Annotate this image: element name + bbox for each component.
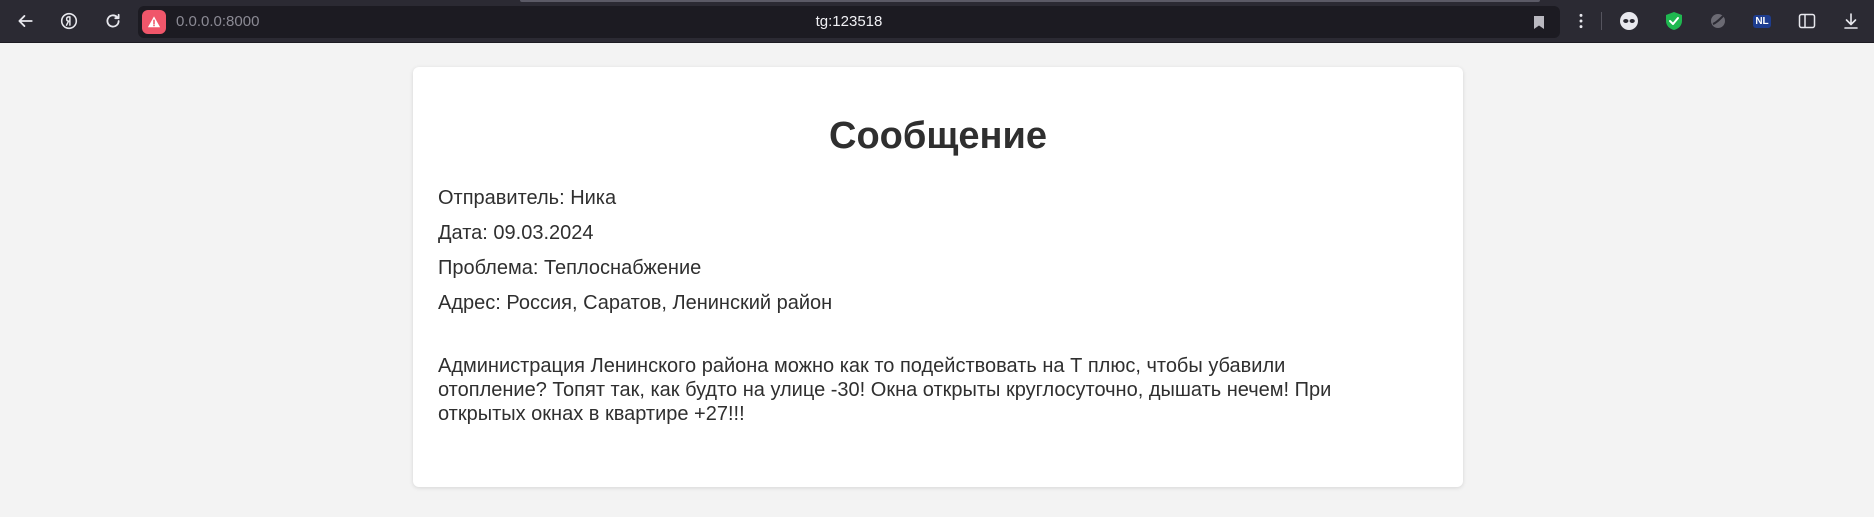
bookmark-icon xyxy=(1534,15,1544,29)
url-text[interactable]: 0.0.0.0:8000 xyxy=(176,13,259,30)
nl-extension-button[interactable]: NL xyxy=(1751,10,1773,32)
reload-button[interactable] xyxy=(101,9,125,33)
browser-toolbar: 0.0.0.0:8000 tg:123518 NL xyxy=(0,0,1874,43)
page-title: Сообщение xyxy=(829,115,1047,157)
message-text: Администрация Ленинского района можно ка… xyxy=(438,355,1332,425)
mask-extension-button[interactable] xyxy=(1618,10,1640,32)
back-button[interactable] xyxy=(13,9,37,33)
yandex-button[interactable] xyxy=(57,9,81,33)
address-field: Адрес: Россия, Саратов, Ленинский район xyxy=(438,292,833,314)
back-arrow-icon xyxy=(18,15,33,27)
message-card: Сообщение Отправитель: Ника Дата: 09.03.… xyxy=(413,67,1463,487)
yandex-logo-icon xyxy=(60,12,78,30)
sidebar-icon xyxy=(1798,13,1816,29)
sender-field: Отправитель: Ника xyxy=(438,187,617,209)
nl-extension-icon: NL xyxy=(1753,14,1771,28)
page-title-in-urlbar: tg:123518 xyxy=(815,13,883,30)
toolbar-separator xyxy=(1601,12,1602,30)
site-info-button[interactable] xyxy=(142,10,166,34)
tab-indicator xyxy=(520,0,1540,2)
circle-extension-icon xyxy=(1711,14,1725,28)
shield-extension-button[interactable] xyxy=(1663,10,1685,32)
warning-icon xyxy=(147,16,161,28)
page-content: Сообщение Отправитель: Ника Дата: 09.03.… xyxy=(0,43,1874,517)
circle-extension-button[interactable] xyxy=(1707,10,1729,32)
shield-check-extension-icon xyxy=(1666,12,1682,30)
address-bar[interactable]: 0.0.0.0:8000 tg:123518 xyxy=(138,6,1560,38)
bookmark-button[interactable] xyxy=(1530,13,1548,31)
mask-extension-icon xyxy=(1620,12,1638,30)
download-icon xyxy=(1844,13,1858,29)
problem-field: Проблема: Теплоснабжение xyxy=(438,257,702,279)
reload-icon xyxy=(106,13,120,28)
kebab-menu-icon xyxy=(1579,13,1583,29)
date-field: Дата: 09.03.2024 xyxy=(438,222,594,244)
downloads-button[interactable] xyxy=(1840,10,1862,32)
sidebar-button[interactable] xyxy=(1796,10,1818,32)
menu-button[interactable] xyxy=(1569,9,1593,33)
